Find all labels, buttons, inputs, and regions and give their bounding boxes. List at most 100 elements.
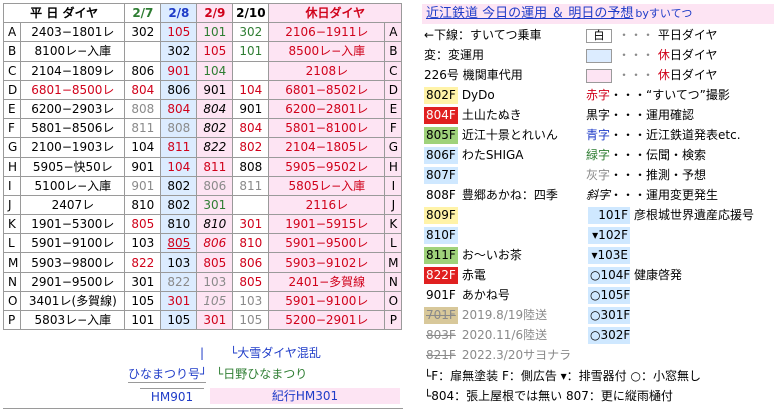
car-2-8: 802: [160, 194, 198, 216]
car-2-7: 806: [124, 60, 162, 81]
train-name: 近江十景とれいん: [461, 128, 558, 142]
table-header-row: 平 日 ダイヤ 2/7 2/8 2/9 2/10 休日ダイヤ: [2, 2, 403, 24]
note-heavy-snow: └大雪ダイヤ混乱: [230, 346, 321, 360]
car-2-9: 101: [196, 22, 234, 43]
car-2-7: 811: [124, 118, 162, 139]
table-row: N 2901−9500レ 301 822 103 805 2401−多賀線 N: [2, 271, 403, 292]
table-row: M 5903−9800レ 822 103 805 806 5903−9102レ M: [2, 252, 403, 273]
car-2-10: 105: [232, 309, 270, 331]
swatch-hol2-label: ・・・ 休日ダイヤ: [618, 67, 718, 84]
note-hm901-box: HM901: [140, 388, 204, 405]
car-2-10: 103: [232, 290, 270, 312]
weekday-train: 6801−8500レ: [20, 79, 126, 100]
car-2-8: 802: [160, 175, 198, 196]
car-2-9: 806: [196, 175, 234, 196]
row-letter: C: [2, 60, 22, 81]
color-key-item: 緑字・・・伝聞・検索: [586, 147, 706, 164]
car-2-10: 101: [232, 41, 270, 62]
color-key-label: 緑字: [586, 148, 611, 162]
color-key-item: 斜字・・・運用変更発生: [586, 187, 718, 204]
car-2-10: 810: [232, 233, 270, 254]
series-item: ○301F: [588, 307, 634, 324]
car-2-7: 105: [124, 290, 162, 312]
car-2-7: 808: [124, 98, 162, 120]
series-item: ▾103E: [588, 247, 634, 264]
color-key-label: 黒字: [586, 108, 611, 122]
train-number: 821F: [424, 347, 458, 364]
train-number: 802F: [424, 87, 458, 104]
row-letter: O: [2, 290, 22, 312]
holiday-train: 6200−2801レ: [268, 98, 386, 120]
train-name: 豊郷あかね：四季: [461, 188, 558, 202]
row-letter: F: [2, 118, 22, 139]
series-number: ○105F: [588, 287, 631, 304]
car-2-10: [232, 194, 270, 216]
train-item: 807F: [424, 167, 462, 184]
car-2-7: 822: [124, 252, 162, 273]
series-item: ○105F: [588, 287, 634, 304]
color-key-label: 青字: [586, 128, 611, 142]
note-kiko-box: 紀行HM301: [210, 388, 400, 404]
train-item: 804F 土山たぬき: [424, 107, 522, 124]
note-hinamatsuri-go: ひなまつり号┘: [128, 367, 208, 381]
row-letter-right: C: [384, 60, 403, 81]
row-letter-right: N: [384, 271, 403, 292]
table-row: F 5801−8506レ 811 808 802 804 5801−8100レ F: [2, 118, 403, 139]
train-name: あかね号: [461, 288, 510, 302]
car-2-7: 901: [124, 156, 162, 177]
holiday-train: 2106−1911レ: [268, 22, 386, 43]
note-hino-hinamatsuri: └日野ひなまつり: [216, 367, 308, 381]
train-name: DyDo: [461, 88, 495, 102]
table-row: J 2407レ 810 802 301 2116レ J: [2, 194, 403, 216]
train-item: 811F お〜いお茶: [424, 247, 522, 264]
note-hinamatsuri-go-box: ひなまつり号┘: [128, 366, 208, 383]
series-number: ○301F: [588, 307, 631, 324]
series-name: 彦根城世界遺産応援号: [634, 208, 755, 222]
color-key-item: 灰字・・・推測・予想: [586, 167, 706, 184]
row-letter: D: [2, 79, 22, 100]
train-number: 901F: [424, 287, 458, 304]
series-item: ○104F 健康啓発: [588, 267, 682, 284]
row-letter: K: [2, 214, 22, 235]
key-line-1: └F：扉無塗装 F：側広告 ▾：排雪器付 ○：小窓無し: [424, 369, 701, 383]
car-2-8: 810: [160, 214, 198, 235]
row-letter-right: P: [384, 309, 403, 331]
weekday-train: 3401レ(多賀線): [20, 290, 126, 312]
train-name: 2022.3/20サヨナラ: [461, 348, 572, 362]
car-2-7: 301: [124, 271, 162, 292]
train-number: 803F: [424, 327, 458, 344]
row-letter: H: [2, 156, 22, 177]
color-key-meaning: ・・・伝聞・検索: [610, 148, 707, 162]
car-2-8: 103: [160, 252, 198, 273]
legend-title-main: 近江鉄道 今日の運用 ＆ 明日の予想: [426, 6, 634, 21]
color-key-label: 灰字: [586, 168, 611, 182]
table-row: L 5901−9100レ 103 805 806 810 5901−9500レ L: [2, 233, 403, 254]
grid-bottom-rule: [3, 408, 403, 409]
train-item: 822F 赤電: [424, 267, 486, 284]
swatch-white: 白: [586, 29, 612, 43]
train-item: 809F: [424, 207, 462, 224]
train-number: 810F: [424, 227, 458, 244]
swatch-wk-label: ・・・ 平日ダイヤ: [618, 27, 717, 44]
car-2-10: 805: [232, 271, 270, 292]
row-letter-right: O: [384, 290, 403, 312]
car-2-9: 301: [196, 309, 234, 331]
holiday-train: 8500レ−入庫: [268, 41, 386, 62]
train-name: 2020.11/6陸送: [461, 328, 548, 342]
weekday-train: 2407レ: [20, 194, 126, 216]
car-2-8: 901: [160, 60, 198, 81]
row-letter: M: [2, 252, 22, 273]
car-2-8: 105: [160, 22, 198, 43]
table-row: B 8100レ−入庫 302 105 101 8500レ−入庫 B: [2, 41, 403, 62]
holiday-train: 5901−9500レ: [268, 233, 386, 254]
table-row: D 6801−8500レ 804 806 901 104 6801−8502レ D: [2, 79, 403, 100]
row-letter-right: H: [384, 156, 403, 177]
car-2-7: 103: [124, 233, 162, 254]
car-2-8: 302: [160, 41, 198, 62]
train-item: 810F: [424, 227, 462, 244]
weekday-train: 5801−8506レ: [20, 118, 126, 139]
color-key-meaning: ・・・運用変更発生: [610, 188, 719, 202]
table-row: H 5905−快50レ 901 104 811 808 5905−9502レ H: [2, 156, 403, 177]
train-item: 808F 豊郷あかね：四季: [424, 187, 558, 204]
weekday-train: 2104−1809レ: [20, 60, 126, 81]
